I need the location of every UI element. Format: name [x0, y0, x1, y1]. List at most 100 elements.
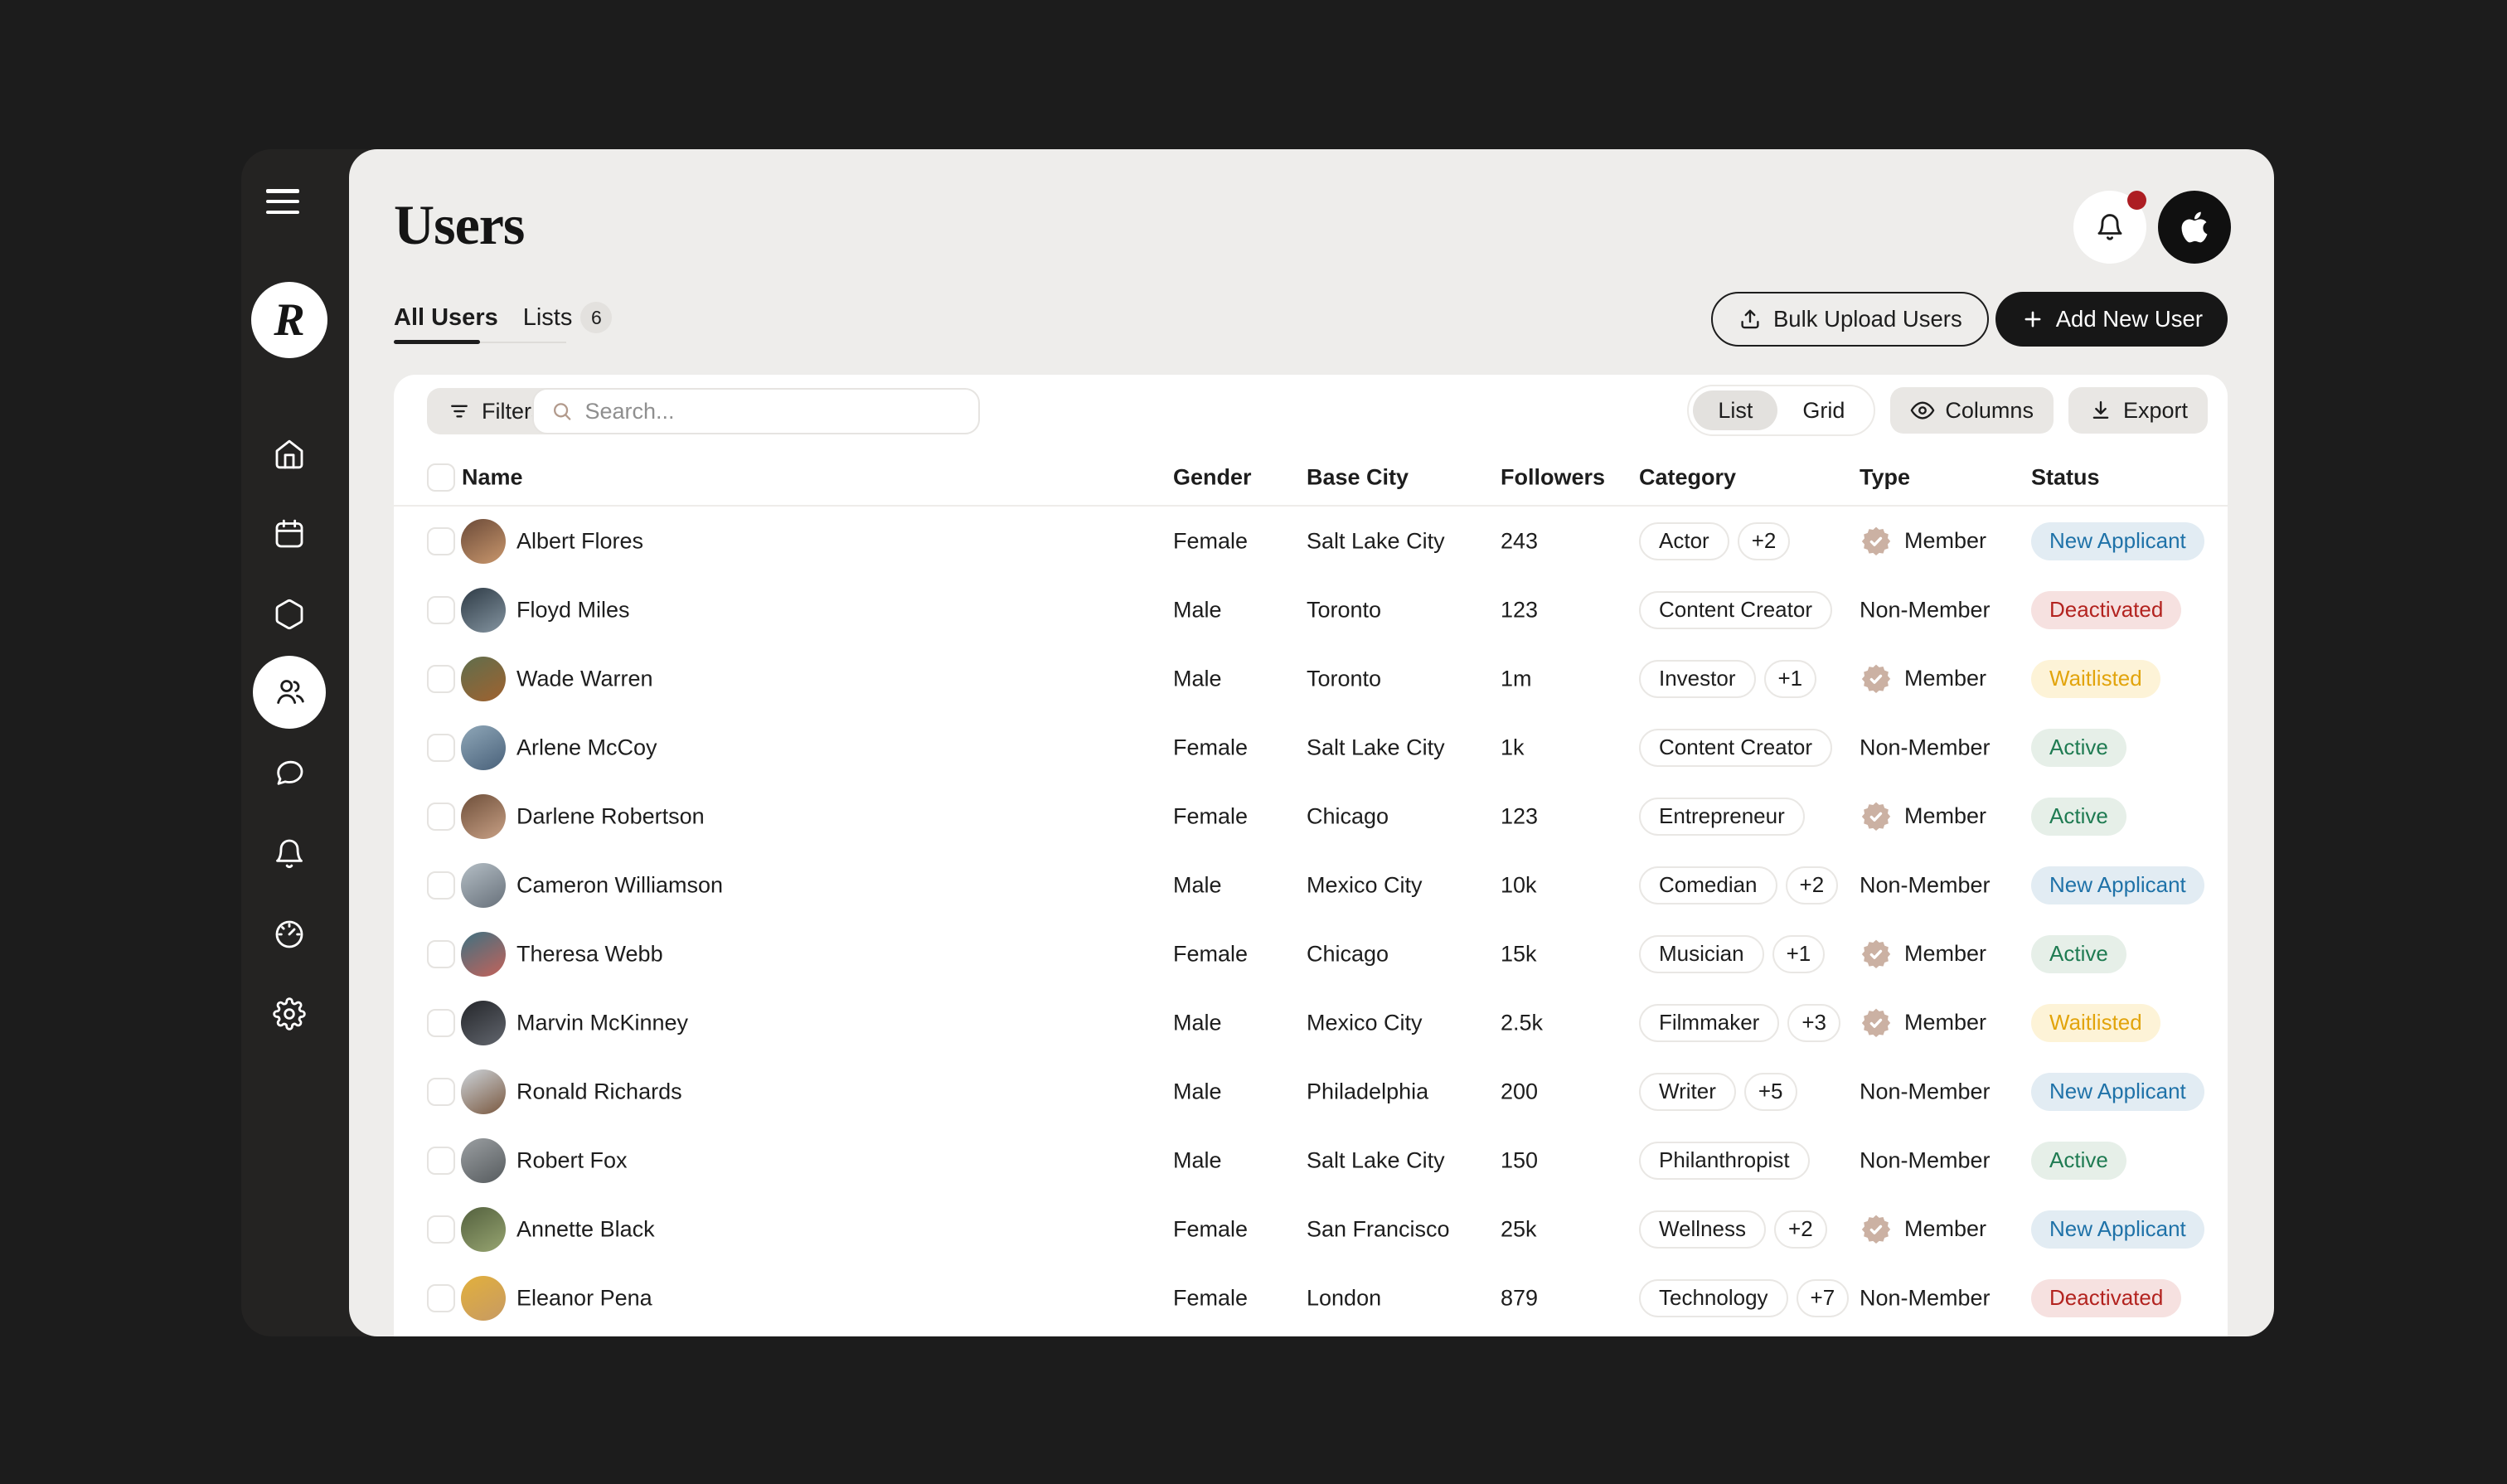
category-pill[interactable]: Actor	[1639, 522, 1729, 560]
status-badge: Waitlisted	[2031, 1004, 2160, 1042]
table-row[interactable]: Theresa Webb Female Chicago 15k Musician…	[394, 919, 2228, 988]
chat-icon	[273, 756, 306, 789]
category-extra-pill[interactable]: +1	[1764, 660, 1817, 698]
category-cell: Investor +1	[1639, 660, 1816, 698]
user-base-city: Salt Lake City	[1307, 528, 1445, 554]
user-followers: 10k	[1501, 872, 1537, 898]
type-cell: Member	[1860, 800, 1986, 833]
row-checkbox[interactable]	[427, 1147, 455, 1175]
menu-icon[interactable]	[266, 189, 313, 214]
home-icon	[273, 438, 306, 471]
category-pill[interactable]: Content Creator	[1639, 591, 1832, 629]
column-header-category: Category	[1639, 465, 1736, 491]
status-cell: Waitlisted	[2031, 660, 2160, 698]
notification-dot	[2127, 191, 2146, 210]
columns-button[interactable]: Columns	[1890, 387, 2054, 434]
category-pill[interactable]: Technology	[1639, 1279, 1788, 1317]
row-checkbox[interactable]	[427, 665, 455, 693]
table-row[interactable]: Eleanor Pena Female London 879 Technolog…	[394, 1263, 2228, 1332]
sidebar-item-calendar[interactable]	[253, 497, 326, 570]
notifications-button[interactable]	[2073, 191, 2146, 264]
sidebar-item-users[interactable]	[253, 656, 326, 729]
bulk-upload-button[interactable]: Bulk Upload Users	[1711, 292, 1989, 347]
category-pill[interactable]: Entrepreneur	[1639, 798, 1805, 836]
sidebar-item-settings[interactable]	[253, 977, 326, 1050]
row-checkbox[interactable]	[427, 803, 455, 831]
search-box	[532, 388, 980, 434]
tab-lists[interactable]: Lists 6	[523, 302, 613, 333]
brand-logo[interactable]: R	[251, 282, 327, 358]
user-type: Member	[1904, 666, 1986, 691]
user-name: Cameron Williamson	[516, 872, 723, 898]
user-gender: Male	[1173, 1010, 1222, 1035]
table-row[interactable]: Wade Warren Male Toronto 1m Investor +1 …	[394, 644, 2228, 713]
table-row[interactable]: Darlene Robertson Female Chicago 123 Ent…	[394, 782, 2228, 851]
category-extra-pill[interactable]: +2	[1774, 1210, 1827, 1249]
table-row[interactable]: Cameron Williamson Male Mexico City 10k …	[394, 851, 2228, 919]
type-cell: Non-Member	[1860, 597, 1991, 623]
add-new-user-button[interactable]: Add New User	[1995, 292, 2228, 347]
row-checkbox[interactable]	[427, 596, 455, 624]
table-row[interactable]: Albert Flores Female Salt Lake City 243 …	[394, 507, 2228, 575]
user-gender: Male	[1173, 597, 1222, 623]
category-cell: Comedian +2	[1639, 866, 1838, 904]
user-name: Wade Warren	[516, 666, 653, 691]
category-pill[interactable]: Comedian	[1639, 866, 1777, 904]
row-checkbox[interactable]	[427, 1078, 455, 1106]
category-cell: Content Creator	[1639, 729, 1832, 767]
category-cell: Wellness +2	[1639, 1210, 1827, 1249]
sidebar-item-dashboard[interactable]	[253, 898, 326, 971]
search-input[interactable]	[584, 399, 962, 424]
status-cell: New Applicant	[2031, 1210, 2204, 1249]
sidebar-item-notifications[interactable]	[253, 817, 326, 890]
category-extra-pill[interactable]: +2	[1738, 522, 1791, 560]
category-pill[interactable]: Writer	[1639, 1073, 1736, 1111]
category-pill[interactable]: Filmmaker	[1639, 1004, 1779, 1042]
table-header: Name Gender Base City Followers Category…	[394, 454, 2228, 501]
row-checkbox[interactable]	[427, 940, 455, 968]
status-badge: Deactivated	[2031, 1279, 2181, 1317]
row-checkbox[interactable]	[427, 1009, 455, 1037]
row-checkbox[interactable]	[427, 734, 455, 762]
status-badge: New Applicant	[2031, 522, 2204, 560]
table-row[interactable]: Annette Black Female San Francisco 25k W…	[394, 1195, 2228, 1263]
row-checkbox[interactable]	[427, 871, 455, 900]
plus-icon	[2020, 307, 2045, 332]
user-name: Eleanor Pena	[516, 1285, 652, 1311]
category-pill[interactable]: Investor	[1639, 660, 1756, 698]
category-pill[interactable]: Content Creator	[1639, 729, 1832, 767]
status-badge: Active	[2031, 1142, 2126, 1180]
user-followers: 25k	[1501, 1216, 1537, 1242]
select-all-checkbox[interactable]	[427, 463, 455, 492]
profile-avatar[interactable]	[2158, 191, 2231, 264]
table-row[interactable]: Marvin McKinney Male Mexico City 2.5k Fi…	[394, 988, 2228, 1057]
sidebar-item-home[interactable]	[253, 418, 326, 491]
logo-letter: R	[274, 293, 304, 347]
category-extra-pill[interactable]: +3	[1787, 1004, 1840, 1042]
user-type: Member	[1904, 803, 1986, 829]
view-toggle-grid[interactable]: Grid	[1777, 390, 1869, 430]
export-button[interactable]: Export	[2068, 387, 2208, 434]
row-checkbox[interactable]	[427, 1284, 455, 1312]
category-extra-pill[interactable]: +7	[1797, 1279, 1850, 1317]
category-extra-pill[interactable]: +5	[1744, 1073, 1797, 1111]
member-seal-icon	[1860, 662, 1893, 696]
row-checkbox[interactable]	[427, 527, 455, 555]
category-pill[interactable]: Philanthropist	[1639, 1142, 1810, 1180]
table-row[interactable]: Arlene McCoy Female Salt Lake City 1k Co…	[394, 713, 2228, 782]
category-pill[interactable]: Musician	[1639, 935, 1764, 973]
column-header-base-city: Base City	[1307, 465, 1409, 491]
view-toggle-list[interactable]: List	[1693, 390, 1777, 430]
category-extra-pill[interactable]: +1	[1772, 935, 1826, 973]
sidebar-item-messages[interactable]	[253, 736, 326, 809]
user-type: Member	[1904, 1216, 1986, 1242]
tab-all-users[interactable]: All Users	[394, 304, 498, 332]
avatar	[461, 725, 506, 770]
category-pill[interactable]: Wellness	[1639, 1210, 1766, 1249]
table-row[interactable]: Ronald Richards Male Philadelphia 200 Wr…	[394, 1057, 2228, 1126]
row-checkbox[interactable]	[427, 1215, 455, 1244]
table-row[interactable]: Robert Fox Male Salt Lake City 150 Phila…	[394, 1126, 2228, 1195]
sidebar-item-box[interactable]	[253, 578, 326, 651]
category-extra-pill[interactable]: +2	[1786, 866, 1839, 904]
table-row[interactable]: Floyd Miles Male Toronto 123 Content Cre…	[394, 575, 2228, 644]
